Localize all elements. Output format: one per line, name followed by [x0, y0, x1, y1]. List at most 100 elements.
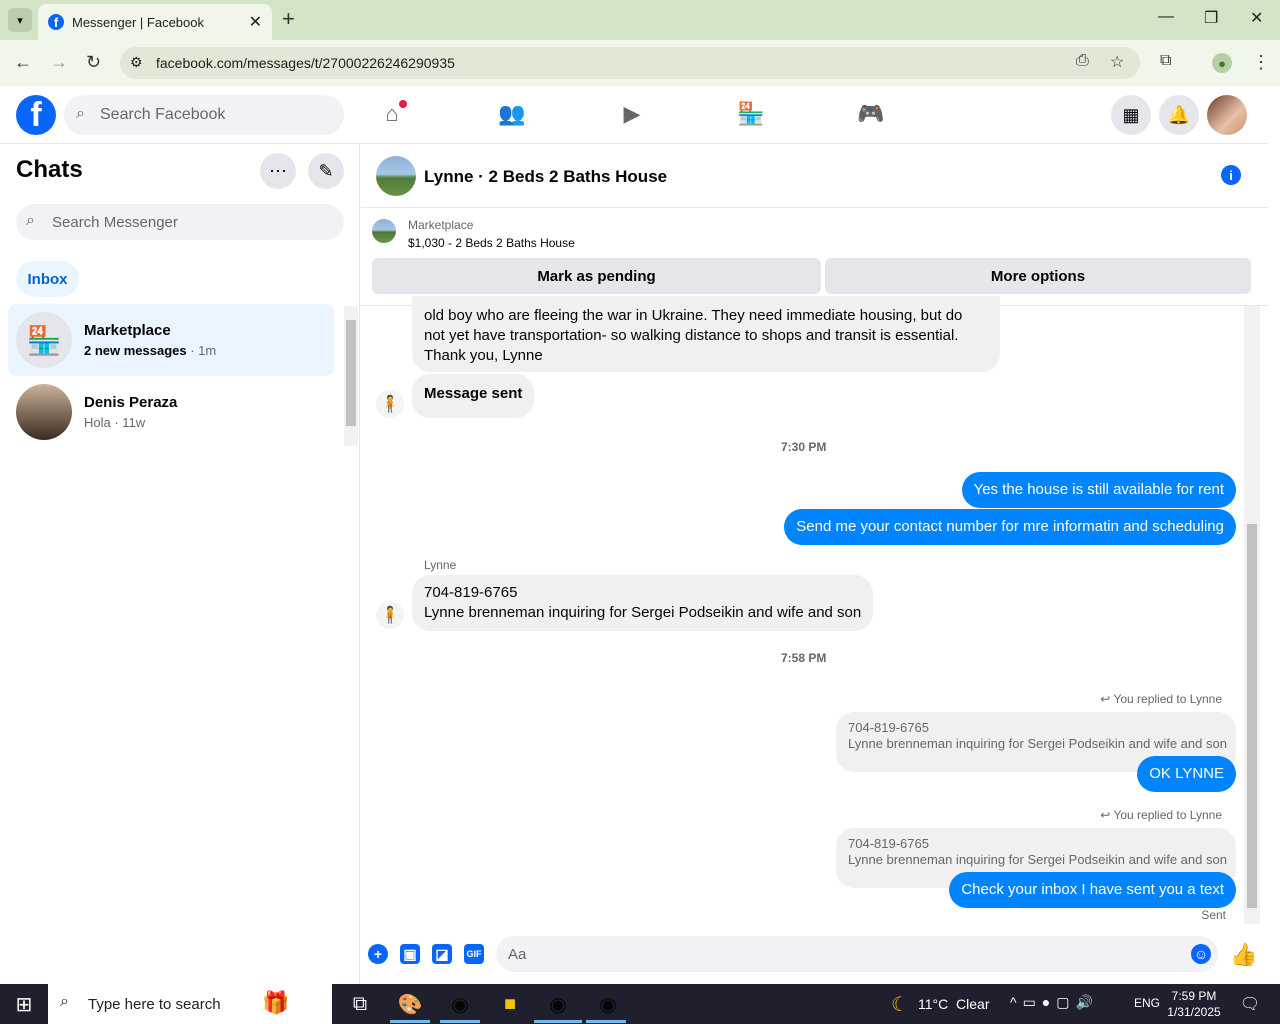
chrome-icon[interactable]: ◉: [594, 990, 622, 1018]
search-icon: ⌕: [76, 105, 85, 122]
sticky-notes-icon[interactable]: ■: [496, 990, 524, 1018]
reply-arrow-icon: ↩: [1100, 692, 1114, 706]
avatar: [16, 384, 72, 440]
sender-name: Lynne: [424, 558, 457, 572]
task-view-icon[interactable]: ⧉: [346, 990, 374, 1018]
install-app-icon[interactable]: ⎙: [1076, 52, 1089, 70]
back-icon[interactable]: ←: [14, 52, 32, 73]
new-message-icon[interactable]: ✎: [308, 153, 344, 189]
emoji-icon[interactable]: ☺: [1191, 944, 1211, 964]
tab-title: Messenger | Facebook: [72, 14, 204, 30]
tab-search-chevron-icon[interactable]: ▾: [8, 8, 32, 32]
message-text: not yet have transportation- so walking …: [424, 327, 959, 344]
message-text: Lynne brenneman inquiring for Sergei Pod…: [424, 604, 862, 621]
extensions-icon[interactable]: ⧉: [1160, 52, 1171, 70]
mark-as-pending-button[interactable]: Mark as pending: [372, 258, 821, 294]
new-tab-button[interactable]: +: [282, 6, 295, 32]
taskbar-active-indicator: [440, 1020, 480, 1023]
notification-center-icon[interactable]: 🗨: [1236, 990, 1264, 1018]
browser-tab[interactable]: f Messenger | Facebook ✕: [38, 4, 272, 40]
more-options-button[interactable]: More options: [825, 258, 1251, 294]
taskbar-search-input[interactable]: ⌕ Type here to search 🎁: [48, 984, 332, 1024]
messenger-search-input[interactable]: ⌕ Search Messenger: [16, 204, 344, 240]
friends-icon[interactable]: 👥: [498, 100, 526, 128]
message-text: old boy who are fleeing the war in Ukrai…: [424, 307, 963, 324]
gift-icon: 🎁: [262, 990, 290, 1015]
message-text: Thank you, Lynne: [424, 347, 543, 364]
menu-grid-icon[interactable]: ▦: [1111, 95, 1151, 135]
search-icon: ⌕: [26, 212, 35, 229]
language-indicator[interactable]: ENG: [1134, 996, 1160, 1010]
bookmark-star-icon[interactable]: ☆: [1110, 52, 1124, 72]
facebook-search-input[interactable]: ⌕ Search Facebook: [64, 95, 344, 135]
more-options-icon[interactable]: ⋯: [260, 153, 296, 189]
clock[interactable]: 7:59 PM 1/31/2025: [1166, 988, 1222, 1020]
facebook-favicon-icon: f: [48, 14, 64, 30]
chat-item-denis-peraza[interactable]: Denis Peraza Hola · 11w: [8, 376, 334, 448]
notifications-bell-icon[interactable]: 🔔: [1159, 95, 1199, 135]
sidebar-scrollbar-thumb[interactable]: [346, 320, 356, 426]
message-bubble-incoming[interactable]: old boy who are fleeing the war in Ukrai…: [412, 296, 1000, 372]
message-bubble-outgoing[interactable]: Check your inbox I have sent you a text: [949, 872, 1236, 908]
messages-scrollbar-thumb[interactable]: [1247, 524, 1257, 908]
gaming-icon[interactable]: 🎮: [857, 100, 885, 128]
info-icon[interactable]: i: [1221, 165, 1241, 185]
chat-preview: 2 new messages · 1m: [84, 343, 217, 358]
site-info-icon[interactable]: ⚙: [130, 54, 143, 71]
notification-dot: [399, 100, 407, 108]
video-icon[interactable]: ▶: [618, 100, 646, 128]
close-window-button[interactable]: ✕: [1250, 8, 1263, 28]
profile-icon[interactable]: ●: [1212, 53, 1232, 73]
search-icon: ⌕: [60, 993, 69, 1010]
weather-text[interactable]: 11°C Clear: [918, 996, 989, 1012]
message-input-placeholder: Aa: [508, 945, 527, 963]
message-status: Sent: [1201, 908, 1226, 922]
facebook-logo-icon[interactable]: f: [16, 95, 56, 135]
system-tray-icons[interactable]: ^▭●▢🔊: [1010, 994, 1099, 1011]
quoted-text: 704-819-6765: [848, 720, 929, 735]
quoted-text: 704-819-6765: [848, 836, 929, 851]
account-avatar[interactable]: [1207, 95, 1247, 135]
photo-icon[interactable]: ▣: [400, 944, 420, 964]
message-bubble-outgoing[interactable]: OK LYNNE: [1137, 756, 1236, 792]
sender-avatar[interactable]: 🧍: [376, 601, 404, 629]
message-input[interactable]: Aa: [496, 936, 1218, 972]
conversation-avatar[interactable]: [376, 156, 416, 196]
listing-thumbnail[interactable]: [372, 219, 396, 243]
quoted-text: Lynne brenneman inquiring for Sergei Pod…: [848, 736, 1227, 751]
message-text: 704-819-6765: [424, 584, 518, 601]
minimize-button[interactable]: —: [1158, 8, 1174, 26]
weather-moon-icon[interactable]: ☾: [886, 990, 914, 1018]
url-text: facebook.com/messages/t/2700022624629093…: [156, 55, 455, 71]
plus-icon[interactable]: +: [368, 944, 388, 964]
message-bubble-incoming[interactable]: 704-819-6765 Lynne brenneman inquiring f…: [412, 575, 874, 631]
forward-icon[interactable]: →: [50, 52, 68, 73]
clock-time: 7:59 PM: [1171, 989, 1217, 1003]
chats-title: Chats: [16, 156, 83, 183]
sticker-icon[interactable]: ◪: [432, 944, 452, 964]
inbox-filter-button[interactable]: Inbox: [16, 261, 79, 297]
marketplace-icon[interactable]: 🏪: [737, 100, 765, 128]
marketplace-store-icon: 🏪: [16, 312, 72, 368]
windows-start-icon[interactable]: ⊞: [10, 990, 38, 1018]
chat-name: Marketplace: [84, 322, 171, 339]
listing-title[interactable]: $1,030 - 2 Beds 2 Baths House: [408, 236, 575, 250]
chat-item-marketplace[interactable]: 🏪 Marketplace 2 new messages · 1m: [8, 304, 334, 376]
message-bubble-outgoing[interactable]: Yes the house is still available for ren…: [961, 472, 1236, 508]
chrome-icon[interactable]: ◉: [544, 990, 572, 1018]
conversation-title[interactable]: Lynne · 2 Beds 2 Baths House: [424, 167, 667, 187]
chrome-icon[interactable]: ◉: [446, 990, 474, 1018]
gif-icon[interactable]: GIF: [464, 944, 484, 964]
close-tab-icon[interactable]: ✕: [249, 12, 262, 32]
message-bubble-outgoing[interactable]: Send me your contact number for mre info…: [784, 509, 1236, 545]
browser-menu-icon[interactable]: ⋮: [1252, 52, 1270, 73]
clock-date: 1/31/2025: [1167, 1005, 1221, 1019]
thumbs-up-icon[interactable]: 👍: [1230, 942, 1257, 968]
reload-icon[interactable]: ↻: [86, 52, 101, 73]
paint-app-icon[interactable]: 🎨: [396, 990, 424, 1018]
restore-button[interactable]: ❐: [1204, 8, 1218, 28]
taskbar-active-indicator: [390, 1020, 430, 1023]
address-bar[interactable]: ⚙ facebook.com/messages/t/27000226246290…: [120, 47, 1140, 79]
message-bubble-incoming[interactable]: Message sent: [412, 374, 535, 418]
sender-avatar[interactable]: 🧍: [376, 390, 404, 418]
